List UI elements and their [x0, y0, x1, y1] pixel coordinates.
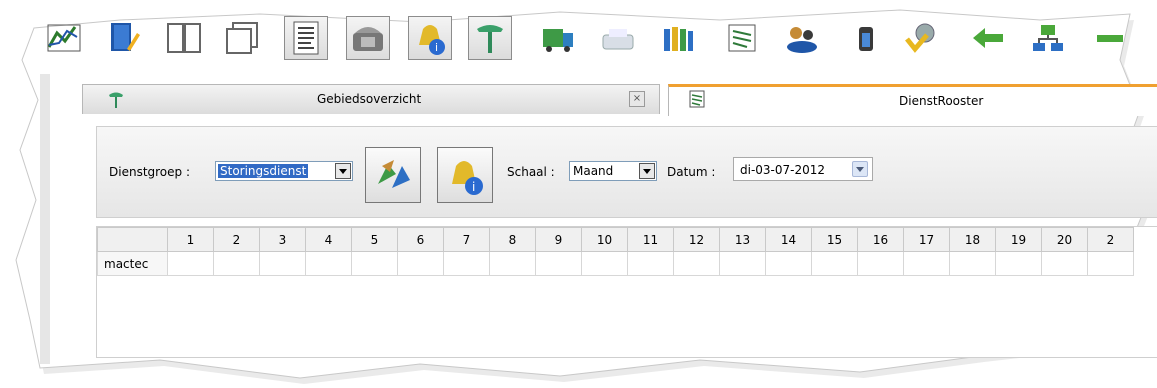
day-cell[interactable] [351, 251, 398, 276]
day-header: 6 [397, 227, 444, 252]
day-cell[interactable] [1087, 251, 1134, 276]
schedule-table: 1 2 3 4 5 6 7 8 9 10 11 12 13 14 15 16 17 18 19 20 2 mactec [97, 227, 1134, 276]
day-header: 14 [765, 227, 812, 252]
day-header: 3 [259, 227, 306, 252]
book-edit-icon[interactable] [102, 16, 146, 60]
document-list-icon[interactable] [284, 16, 328, 60]
day-cell[interactable] [673, 251, 720, 276]
day-header: 8 [489, 227, 536, 252]
main-toolbar: i [40, 10, 1140, 66]
chevron-down-icon[interactable] [639, 163, 655, 179]
schedule-icon[interactable] [720, 16, 764, 60]
datum-label: Datum : [667, 165, 716, 179]
open-book-icon[interactable] [162, 16, 206, 60]
day-cell[interactable] [213, 251, 260, 276]
schaal-label: Schaal : [507, 165, 555, 179]
svg-text:i: i [435, 41, 438, 54]
day-cell[interactable] [535, 251, 582, 276]
day-header: 20 [1041, 227, 1088, 252]
day-cell[interactable] [765, 251, 812, 276]
datum-value: di-03-07-2012 [740, 163, 826, 177]
grid-header-row: 1 2 3 4 5 6 7 8 9 10 11 12 13 14 15 16 17 18 19 20 2 [97, 227, 1134, 252]
battery-icon[interactable] [844, 16, 888, 60]
day-header: 7 [443, 227, 490, 252]
day-cell[interactable] [949, 251, 996, 276]
day-cell[interactable] [167, 251, 214, 276]
day-cell[interactable] [857, 251, 904, 276]
day-header: 10 [581, 227, 628, 252]
network-icon[interactable] [1026, 16, 1070, 60]
phone-icon[interactable] [346, 16, 390, 60]
day-cell[interactable] [627, 251, 674, 276]
dienstgroep-label: Dienstgroep : [109, 165, 191, 179]
day-cell[interactable] [397, 251, 444, 276]
left-panel-edge [40, 74, 50, 364]
day-header: 11 [627, 227, 674, 252]
settings-check-icon[interactable] [900, 16, 944, 60]
tab-label: Gebiedsoverzicht [317, 92, 422, 106]
schedule-grid: 1 2 3 4 5 6 7 8 9 10 11 12 13 14 15 16 17 18 19 20 2 mactec [96, 226, 1157, 358]
users-icon[interactable] [780, 16, 824, 60]
table-row: mactec [97, 251, 1134, 276]
day-header: 13 [719, 227, 766, 252]
day-cell[interactable] [489, 251, 536, 276]
scanner-icon[interactable] [596, 16, 640, 60]
tab-dienstrooster[interactable]: DienstRooster [668, 84, 1157, 116]
day-header: 1 [167, 227, 214, 252]
schedule-icon [689, 90, 705, 108]
grid-corner [97, 227, 168, 252]
day-header: 4 [305, 227, 352, 252]
day-header: 19 [995, 227, 1042, 252]
tab-strip: Gebiedsoverzicht × DienstRooster [82, 84, 1157, 116]
day-cell[interactable] [259, 251, 306, 276]
back-arrow-icon[interactable] [966, 16, 1010, 60]
day-cell[interactable] [1041, 251, 1088, 276]
day-cell[interactable] [719, 251, 766, 276]
day-cell[interactable] [305, 251, 352, 276]
close-icon[interactable]: × [629, 91, 645, 107]
day-header: 12 [673, 227, 720, 252]
day-cell[interactable] [443, 251, 490, 276]
windows-icon[interactable] [220, 16, 264, 60]
day-header: 18 [949, 227, 996, 252]
pin-icon [109, 92, 123, 108]
schaal-value: Maand [573, 164, 614, 178]
refresh-button[interactable] [365, 147, 421, 203]
line-chart-icon[interactable] [42, 16, 86, 60]
datum-picker[interactable]: di-03-07-2012 [733, 157, 873, 181]
day-header: 2 [213, 227, 260, 252]
tab-gebiedsoverzicht[interactable]: Gebiedsoverzicht × [82, 84, 660, 114]
bell-info-icon: i [452, 161, 483, 195]
minus-icon[interactable] [1088, 16, 1132, 60]
day-header: 16 [857, 227, 904, 252]
day-cell[interactable] [903, 251, 950, 276]
tab-label: DienstRooster [899, 94, 984, 108]
bottles-icon[interactable] [656, 16, 700, 60]
day-header: 9 [535, 227, 582, 252]
day-cell[interactable] [995, 251, 1042, 276]
day-header: 17 [903, 227, 950, 252]
svg-text:i: i [472, 180, 475, 194]
pin-icon[interactable] [468, 16, 512, 60]
bell-info-icon[interactable]: i [408, 16, 452, 60]
recycle-icon [378, 160, 410, 188]
day-cell[interactable] [811, 251, 858, 276]
day-cell[interactable] [581, 251, 628, 276]
day-header: 15 [811, 227, 858, 252]
chevron-down-icon[interactable] [852, 161, 868, 177]
schaal-select[interactable]: Maand [569, 161, 657, 181]
chevron-down-icon[interactable] [335, 163, 351, 179]
day-header: 5 [351, 227, 398, 252]
info-button[interactable]: i [437, 147, 493, 203]
row-name: mactec [97, 251, 168, 276]
day-header: 2 [1087, 227, 1134, 252]
truck-icon[interactable] [536, 16, 580, 60]
filter-bar: Dienstgroep : Storingsdienst i Schaal : … [96, 126, 1157, 218]
dienstgroep-select[interactable]: Storingsdienst [215, 161, 353, 181]
dienstgroep-value: Storingsdienst [218, 164, 309, 178]
